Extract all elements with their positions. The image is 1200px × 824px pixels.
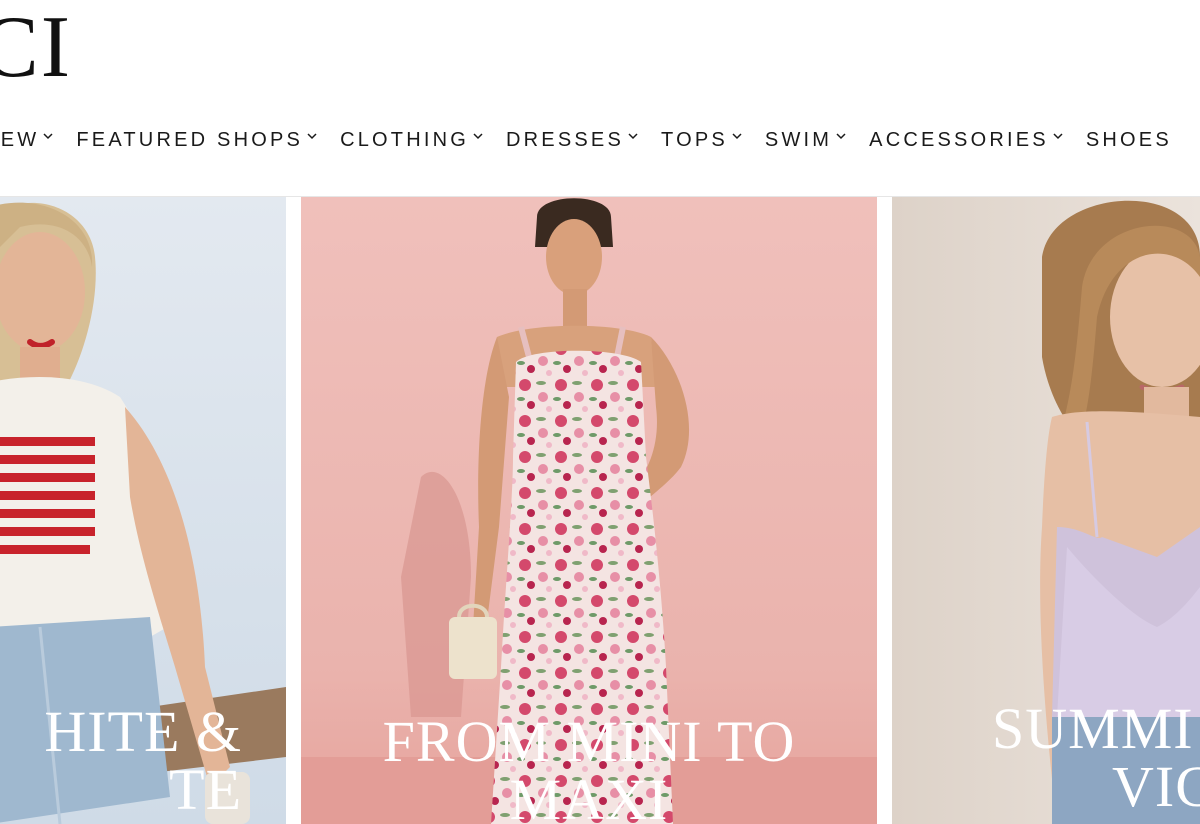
chevron-down-icon xyxy=(307,133,317,140)
promo-tile-title: SUMMI VIC xyxy=(992,700,1200,816)
page: CI IEW FEATURED SHOPS CLOTHING DRESSES T… xyxy=(0,0,1200,824)
nav-item-label: FEATURED SHOPS xyxy=(76,128,304,151)
main-nav: IEW FEATURED SHOPS CLOTHING DRESSES TOPS… xyxy=(0,126,1194,154)
promo-tile-title-line: SUMMI xyxy=(992,696,1194,761)
nav-item-label: TOPS xyxy=(661,128,728,151)
promo-tile-mini-to-maxi[interactable]: FROM MINI TO MAXI xyxy=(301,197,877,824)
nav-item-featured-shops[interactable]: FEATURED SHOPS xyxy=(76,129,318,152)
nav-item-swim[interactable]: SWIM xyxy=(765,129,847,152)
nav-item-dresses[interactable]: DRESSES xyxy=(506,129,639,152)
chevron-down-icon xyxy=(473,133,483,140)
nav-item-label: IEW xyxy=(0,128,40,151)
nav-item-label: ACCESSORIES xyxy=(869,128,1049,151)
promo-tile-title-line: MAXI xyxy=(509,767,669,824)
nav-item-label: CLOTHING xyxy=(340,128,470,151)
nav-item-shoes[interactable]: SHOES xyxy=(1086,129,1172,152)
promo-tile-title-line: VIC xyxy=(1112,754,1200,819)
nav-item-tops[interactable]: TOPS xyxy=(661,129,743,152)
promo-tile-title-line: TE xyxy=(169,757,242,822)
chevron-down-icon xyxy=(836,133,846,140)
chevron-down-icon xyxy=(43,133,53,140)
promo-tile-white[interactable]: HITE & TE xyxy=(0,197,286,824)
promo-tile-title: HITE & TE xyxy=(0,703,242,819)
nav-item-clothing[interactable]: CLOTHING xyxy=(340,129,484,152)
chevron-down-icon xyxy=(628,133,638,140)
nav-item-accessories[interactable]: ACCESSORIES xyxy=(869,129,1064,152)
promo-tile-title: FROM MINI TO MAXI xyxy=(301,713,877,824)
promo-tile-title-line: FROM MINI TO xyxy=(382,709,796,774)
nav-item-label: DRESSES xyxy=(506,128,625,151)
nav-item-label: SHOES xyxy=(1085,128,1172,151)
promo-tile-summer[interactable]: SUMMI VIC xyxy=(892,197,1200,824)
promo-tile-title-line: HITE & xyxy=(44,699,242,764)
nav-item-label: SWIM xyxy=(764,128,833,151)
chevron-down-icon xyxy=(732,133,742,140)
nav-item-new[interactable]: IEW xyxy=(0,129,54,152)
brand-logo[interactable]: CI xyxy=(0,2,72,94)
chevron-down-icon xyxy=(1053,133,1063,140)
